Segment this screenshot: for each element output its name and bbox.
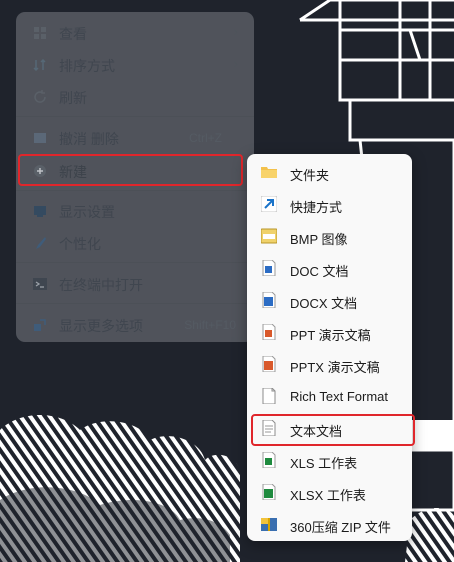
submenu-item-zip[interactable]: 360压缩 ZIP 文件 xyxy=(247,508,412,540)
menu-item-label: BMP 图像 xyxy=(290,232,348,247)
bmp-file-icon xyxy=(260,228,278,244)
menu-item-label: XLS 工作表 xyxy=(290,456,358,471)
shortcut-text: Shift+F10 xyxy=(184,318,236,332)
shortcut-icon xyxy=(260,195,278,213)
display-icon xyxy=(32,203,48,219)
menu-item-view[interactable]: 查看 › xyxy=(16,16,254,48)
submenu-item-pptx[interactable]: PPTX 演示文稿 xyxy=(247,348,412,380)
menu-separator xyxy=(16,262,254,263)
menu-item-label: DOC 文档 xyxy=(290,264,349,279)
highlight-box-text-document xyxy=(251,414,415,446)
submenu-item-doc[interactable]: DOC 文档 xyxy=(247,252,412,284)
submenu-item-bmp[interactable]: BMP 图像 xyxy=(247,220,412,252)
folder-icon xyxy=(261,164,277,180)
menu-item-display-settings[interactable]: 显示设置 xyxy=(16,194,254,226)
submenu-item-folder[interactable]: 文件夹 xyxy=(247,156,412,188)
submenu-item-xls[interactable]: XLS 工作表 xyxy=(247,444,412,476)
menu-separator xyxy=(16,116,254,117)
submenu-item-ppt[interactable]: PPT 演示文稿 xyxy=(247,316,412,348)
menu-separator xyxy=(16,190,254,191)
terminal-icon xyxy=(32,276,48,292)
docx-file-icon xyxy=(261,291,277,309)
chevron-right-icon: › xyxy=(233,56,238,71)
submenu-item-rtf[interactable]: Rich Text Format xyxy=(247,380,412,412)
menu-item-label: PPT 演示文稿 xyxy=(290,328,371,343)
more-options-icon xyxy=(32,317,48,333)
pptx-file-icon xyxy=(261,355,277,373)
undo-icon xyxy=(32,130,48,146)
submenu-item-docx[interactable]: DOCX 文档 xyxy=(247,284,412,316)
menu-item-label: 显示更多选项 xyxy=(59,318,143,334)
menu-item-label: 文件夹 xyxy=(290,168,330,183)
menu-item-sort[interactable]: 排序方式 › xyxy=(16,48,254,80)
doc-file-icon xyxy=(261,259,277,277)
menu-item-label: PPTX 演示文稿 xyxy=(290,360,380,375)
shortcut-text: Ctrl+Z xyxy=(189,131,222,145)
menu-item-label: 显示设置 xyxy=(59,204,115,220)
menu-item-label: 刷新 xyxy=(59,90,87,106)
menu-item-undo-delete[interactable]: 撤消 删除 Ctrl+Z xyxy=(16,121,254,153)
menu-item-label: DOCX 文档 xyxy=(290,296,358,311)
brush-icon xyxy=(32,235,48,251)
zip-archive-icon xyxy=(261,516,277,532)
refresh-icon xyxy=(32,89,48,105)
menu-item-label: Rich Text Format xyxy=(290,389,389,404)
highlight-box-new xyxy=(18,154,243,186)
ppt-file-icon xyxy=(261,323,277,341)
menu-item-label: 快捷方式 xyxy=(290,200,343,215)
new-submenu: 文件夹 快捷方式 BMP 图像 DOC 文档 DOCX 文档 PPT 演示文稿 xyxy=(247,154,412,541)
menu-item-open-terminal[interactable]: 在终端中打开 xyxy=(16,267,254,299)
menu-item-label: 查看 xyxy=(59,26,87,42)
menu-item-label: 在终端中打开 xyxy=(59,277,143,293)
chevron-right-icon: › xyxy=(233,24,238,39)
menu-item-show-more-options[interactable]: 显示更多选项 Shift+F10 xyxy=(16,308,254,340)
rtf-file-icon xyxy=(261,387,277,405)
submenu-item-xlsx[interactable]: XLSX 工作表 xyxy=(247,476,412,508)
menu-item-refresh[interactable]: 刷新 xyxy=(16,80,254,112)
menu-item-label: XLSX 工作表 xyxy=(290,488,366,503)
grid-icon xyxy=(32,25,48,41)
menu-item-personalize[interactable]: 个性化 xyxy=(16,226,254,258)
xls-file-icon xyxy=(261,451,277,469)
menu-item-label: 排序方式 xyxy=(59,58,115,74)
submenu-item-shortcut[interactable]: 快捷方式 xyxy=(247,188,412,220)
xlsx-file-icon xyxy=(261,483,277,501)
menu-item-label: 360压缩 ZIP 文件 xyxy=(290,520,391,535)
menu-separator xyxy=(16,303,254,304)
menu-item-label: 撤消 删除 xyxy=(59,131,119,147)
sort-icon xyxy=(32,57,48,73)
menu-item-label: 个性化 xyxy=(59,236,101,252)
